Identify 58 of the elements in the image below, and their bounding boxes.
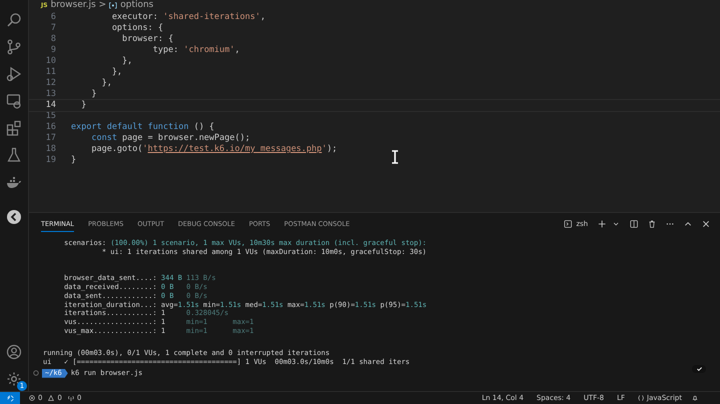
breadcrumb-file[interactable]: browser.js <box>50 0 96 10</box>
breadcrumb-symbol[interactable]: options <box>120 0 154 10</box>
code-line: }, <box>121 56 132 67</box>
line-number: 13 <box>44 89 56 100</box>
code-line: } <box>80 100 86 111</box>
remote-icon <box>6 394 14 402</box>
text-cursor-icon <box>391 150 399 164</box>
line-number: 12 <box>44 78 56 89</box>
run-debug-icon[interactable] <box>6 66 22 82</box>
code-line: page.goto('https://test.k6.io/my_messages.php'); <box>90 144 338 155</box>
prompt-circle-icon <box>33 370 39 376</box>
flask-icon[interactable] <box>6 147 22 163</box>
line-number: 16 <box>44 122 56 133</box>
code-line: }, <box>100 78 112 89</box>
warning-icon <box>48 395 54 401</box>
chevron-down-icon[interactable] <box>612 220 620 228</box>
error-icon <box>29 395 35 401</box>
code-line: browser: { <box>121 34 174 45</box>
antenna-icon <box>68 395 74 401</box>
plus-icon[interactable] <box>598 220 606 228</box>
line-number: 18 <box>44 144 56 155</box>
trash-icon[interactable] <box>648 220 656 228</box>
line-number: 17 <box>44 133 56 144</box>
k6-logo-icon[interactable] <box>6 209 22 225</box>
braces-icon <box>638 395 644 401</box>
line-number: 10 <box>44 56 56 67</box>
check-icon <box>696 366 702 372</box>
line-number: 14 <box>44 100 56 111</box>
code-line: } <box>90 89 97 100</box>
settings-icon[interactable] <box>6 371 22 387</box>
code-line: options: { <box>110 23 164 34</box>
whale-icon[interactable] <box>6 174 22 190</box>
terminal-icon <box>564 220 572 228</box>
code-line: }, <box>110 67 122 78</box>
close-icon[interactable] <box>702 220 710 228</box>
line-number: 11 <box>44 67 56 78</box>
line-number: 19 <box>44 155 56 166</box>
extensions-icon[interactable] <box>6 120 22 136</box>
search-icon[interactable] <box>6 12 22 28</box>
code-line: const page = browser.newPage(); <box>90 133 250 144</box>
split-icon[interactable] <box>630 220 638 228</box>
account-icon[interactable] <box>6 344 22 360</box>
symbol-icon <box>109 2 118 8</box>
source-control-icon[interactable] <box>6 39 22 55</box>
chevron-up-icon[interactable] <box>684 220 692 228</box>
code-line: export default function () { <box>71 122 214 133</box>
code-line: } <box>71 155 76 166</box>
line-number: 9 <box>50 45 56 56</box>
remote-explorer-icon[interactable] <box>6 93 22 109</box>
line-number: 7 <box>50 23 56 34</box>
line-number: 15 <box>44 111 56 122</box>
line-number: 6 <box>50 12 56 23</box>
bell-icon[interactable] <box>692 395 698 401</box>
code-line: type: 'chromium', <box>152 45 240 56</box>
code-line: executor: 'shared-iterations', <box>110 12 266 23</box>
remote-button[interactable] <box>0 392 20 404</box>
line-number: 8 <box>50 34 56 45</box>
breadcrumb-separator: > <box>98 0 106 10</box>
